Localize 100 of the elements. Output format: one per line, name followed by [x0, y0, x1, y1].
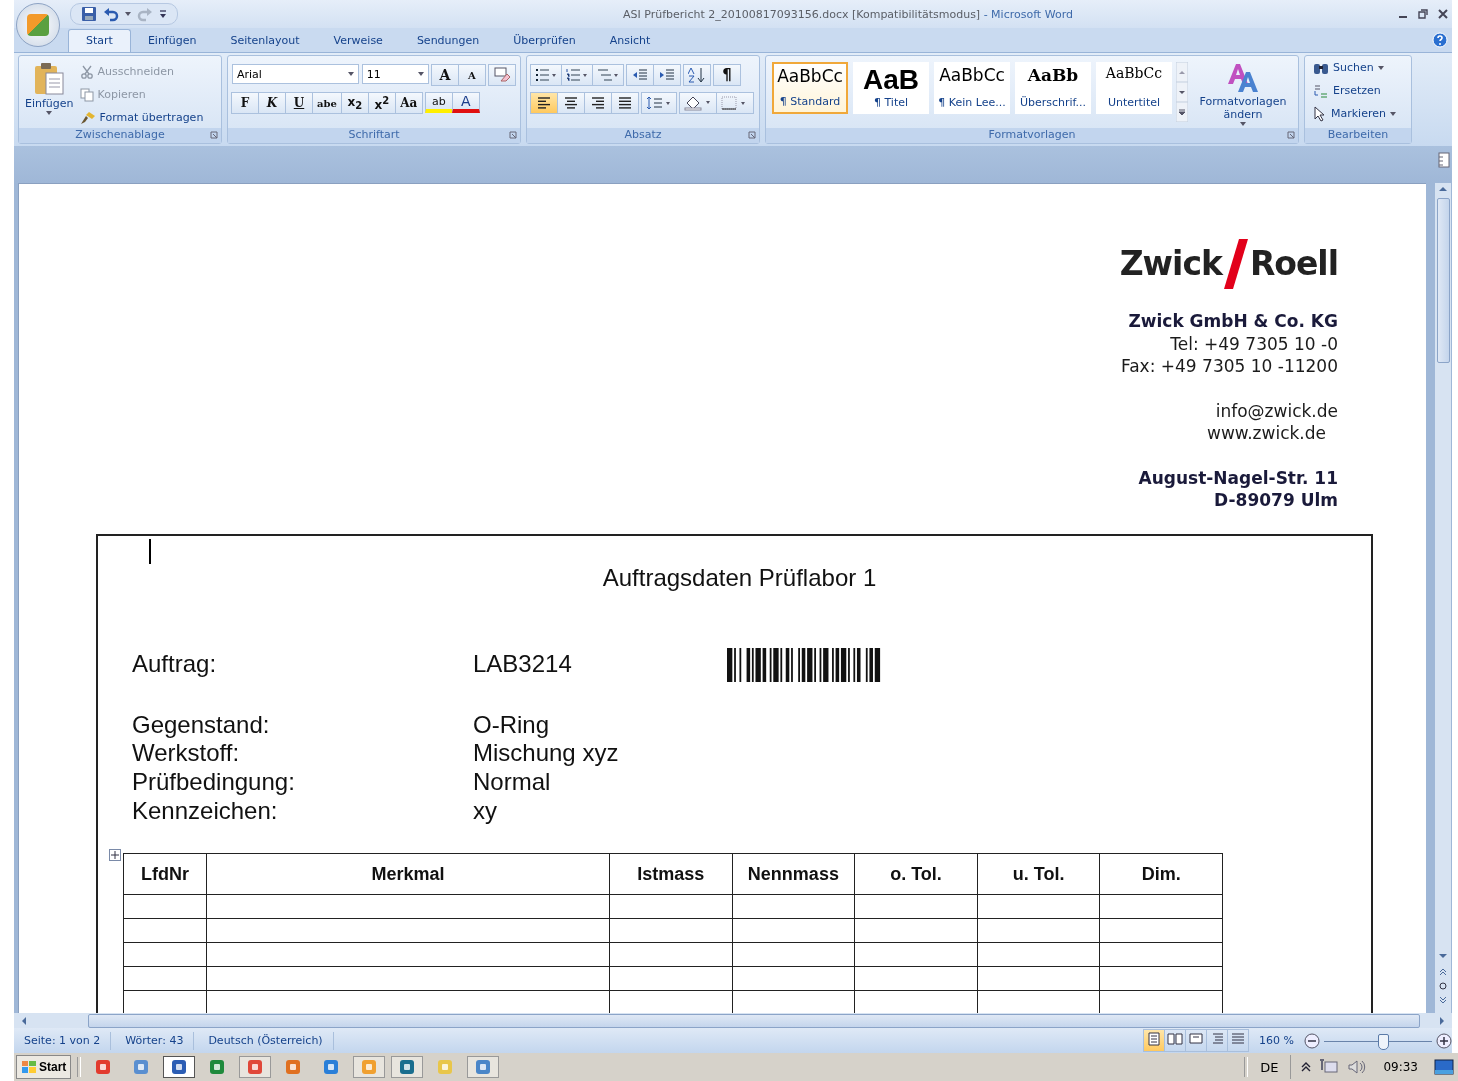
show-formatting-button[interactable]: ¶ — [713, 64, 741, 86]
format-button[interactable]: F — [231, 92, 259, 114]
office-button[interactable] — [16, 3, 60, 47]
ribbon-tab[interactable]: Verweise — [316, 30, 400, 52]
editing-command[interactable]: Suchen — [1313, 58, 1407, 77]
caret-icon — [46, 111, 53, 115]
print-view-icon — [1146, 1031, 1163, 1047]
gallery-more-icon[interactable] — [1176, 102, 1188, 122]
column-header: Istmass — [609, 853, 733, 895]
app-icon — [94, 1058, 113, 1076]
borders-button[interactable] — [716, 92, 754, 114]
style-tile[interactable]: AaB ¶ Titel — [853, 62, 929, 114]
style-tile[interactable]: AaBbCc ¶ Kein Lee... — [934, 62, 1010, 114]
help-icon[interactable] — [1432, 32, 1448, 48]
bullets-button[interactable] — [530, 64, 562, 86]
chevron-up-icon[interactable] — [1301, 1061, 1312, 1073]
network-icon[interactable] — [1319, 1058, 1340, 1076]
ribbon-tab[interactable]: Start — [68, 29, 131, 52]
view-button[interactable] — [1164, 1029, 1187, 1052]
sort-button[interactable] — [683, 64, 711, 86]
zoom-slider[interactable] — [1324, 1032, 1432, 1049]
font-size-field[interactable]: 11 — [361, 64, 429, 84]
show-desktop-icon[interactable] — [1434, 1059, 1454, 1075]
view-button[interactable] — [1185, 1029, 1208, 1052]
zoom-in-icon[interactable] — [1436, 1032, 1452, 1049]
view-button[interactable] — [1206, 1029, 1229, 1052]
align-right-icon — [590, 96, 606, 110]
status-item[interactable]: Seite: 1 von 2 — [14, 1031, 112, 1050]
clock[interactable]: 09:33 — [1375, 1060, 1426, 1074]
styles-icon — [1226, 62, 1260, 94]
start-button[interactable]: Start — [16, 1055, 72, 1079]
status-item[interactable]: Wörter: 43 — [115, 1031, 195, 1050]
change-styles-button[interactable]: Formatvorlagen ändern — [1192, 60, 1294, 128]
format-button[interactable]: U — [285, 92, 313, 114]
zoom-level[interactable]: 160 % — [1253, 1034, 1300, 1047]
align-button[interactable] — [584, 92, 612, 114]
column-header: u. Tol. — [977, 853, 1100, 895]
numbering-button[interactable] — [561, 64, 593, 86]
clipboard-command[interactable]: Format übertragen — [79, 108, 204, 127]
status-item[interactable]: Deutsch (Österreich) — [198, 1031, 334, 1050]
dialog-launcher-icon[interactable] — [748, 131, 756, 139]
zoom-slider-thumb[interactable] — [1378, 1033, 1390, 1050]
font-family-field[interactable]: Arial — [232, 64, 359, 84]
taskbar-button[interactable] — [391, 1056, 424, 1078]
caret-icon — [1377, 65, 1384, 70]
ribbon-tab[interactable]: Einfügen — [130, 30, 214, 52]
font-color-button[interactable]: A — [451, 92, 480, 113]
align-button[interactable] — [557, 92, 585, 114]
format-button[interactable]: abe — [312, 92, 342, 114]
table-move-handle-icon[interactable] — [109, 848, 121, 861]
dialog-launcher-icon[interactable] — [509, 131, 517, 139]
copy-icon — [79, 87, 94, 102]
ribbon-tab[interactable]: Überprüfen — [496, 30, 593, 52]
ribbon-tab[interactable]: Sendungen — [399, 30, 497, 52]
multilevel-list-button[interactable] — [592, 64, 624, 86]
format-button[interactable]: x$_{2}$ — [340, 92, 369, 114]
scroll-down-icon[interactable] — [1176, 82, 1188, 102]
dialog-launcher-icon[interactable] — [210, 131, 218, 139]
scrollbar-thumb[interactable] — [1436, 198, 1450, 363]
group-label: Zwischenablage — [19, 128, 221, 143]
align-button[interactable] — [611, 92, 639, 114]
increase-indent-button[interactable] — [653, 64, 681, 86]
browse-object-icon[interactable] — [1436, 980, 1450, 992]
ruler-icon[interactable] — [1438, 152, 1450, 168]
customize-icon[interactable] — [159, 9, 167, 19]
shading-button[interactable] — [679, 92, 717, 114]
style-tile[interactable]: AaBbCc ¶ Standard — [772, 62, 848, 114]
grow-font-button[interactable]: A — [431, 64, 459, 86]
caret-icon[interactable] — [125, 11, 131, 17]
format-button[interactable]: K — [258, 92, 286, 114]
company-name: Zwick GmbH & Co. KG — [1128, 310, 1338, 333]
dialog-launcher-icon[interactable] — [1287, 131, 1295, 139]
zoom-out-icon[interactable] — [1304, 1032, 1320, 1049]
save-icon[interactable] — [81, 6, 97, 22]
shrink-font-button[interactable]: A — [458, 64, 486, 86]
view-button[interactable] — [1143, 1029, 1166, 1052]
style-tile[interactable]: AaBbCc Untertitel — [1096, 62, 1172, 114]
paste-button[interactable]: Einfügen — [23, 60, 76, 128]
clear-formatting-button[interactable] — [488, 64, 516, 86]
decrease-indent-button[interactable] — [626, 64, 654, 86]
ribbon-tab[interactable]: Seitenlayout — [213, 30, 317, 52]
language-indicator[interactable]: DE — [1254, 1059, 1285, 1075]
style-tile[interactable]: AaBb Überschrif... — [1015, 62, 1091, 114]
scrollbar-thumb[interactable] — [88, 1014, 1420, 1028]
close-icon[interactable] — [1438, 9, 1448, 19]
taskbar-button[interactable] — [163, 1056, 196, 1078]
view-button[interactable] — [1227, 1029, 1250, 1052]
restore-icon[interactable] — [1418, 9, 1428, 19]
undo-icon[interactable] — [103, 6, 119, 22]
highlight-button[interactable]: ab — [424, 92, 453, 113]
volume-icon[interactable] — [1347, 1058, 1368, 1076]
taskbar-button[interactable] — [239, 1056, 272, 1078]
editing-command[interactable]: Markieren — [1313, 104, 1407, 123]
format-button[interactable]: Aa — [394, 92, 423, 114]
align-button[interactable] — [530, 92, 558, 114]
app-icon — [398, 1058, 417, 1076]
format-button[interactable]: x$^{2}$ — [367, 92, 396, 114]
line-spacing-icon — [646, 96, 672, 110]
editing-command[interactable]: Ersetzen — [1313, 81, 1407, 100]
ribbon-tab[interactable]: Ansicht — [592, 30, 668, 52]
